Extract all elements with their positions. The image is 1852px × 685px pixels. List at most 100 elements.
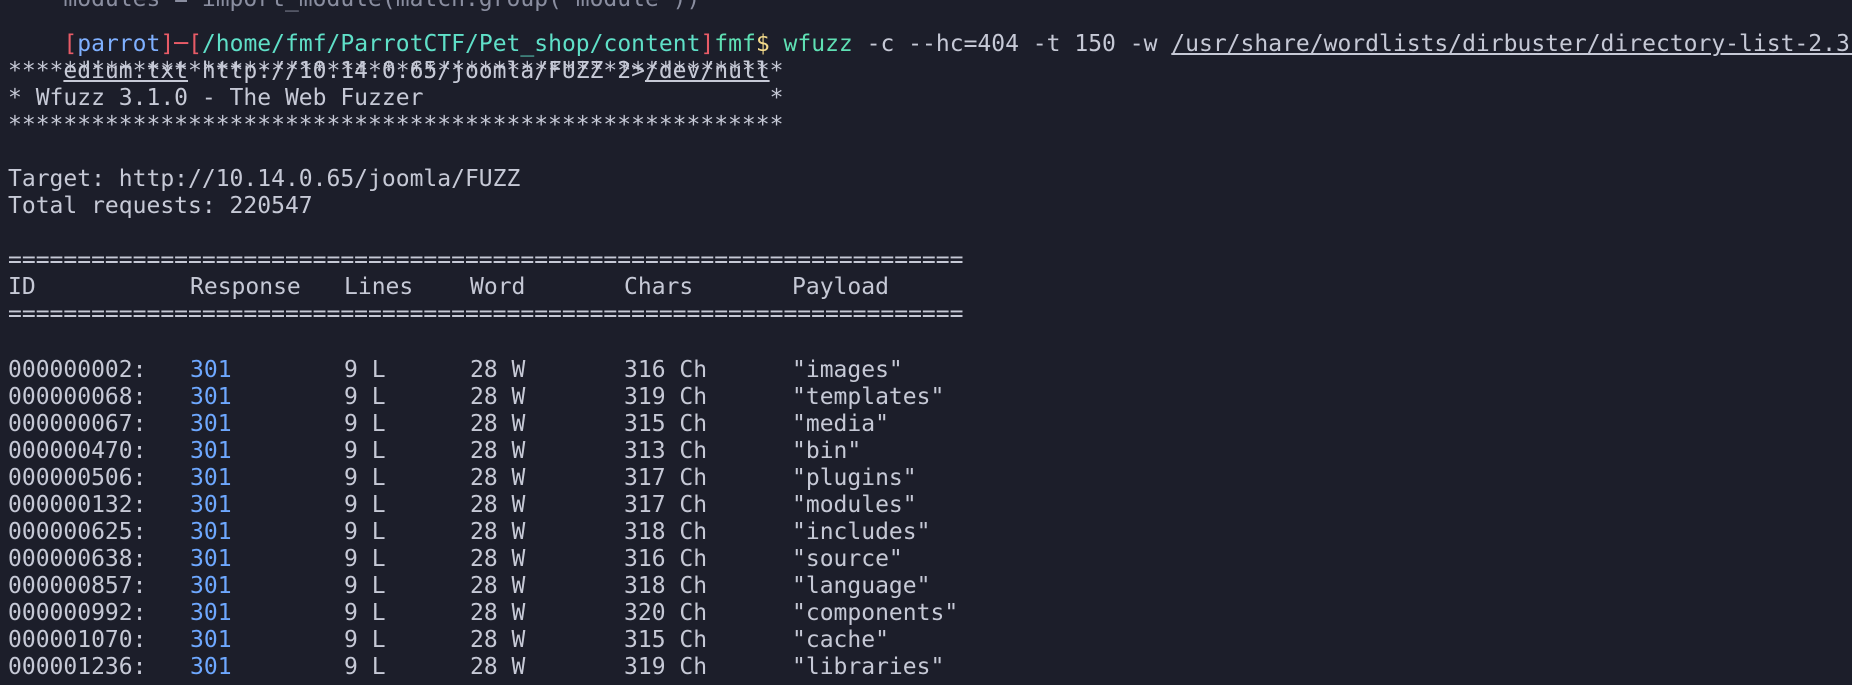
- row-lines: 9 L: [344, 600, 386, 626]
- header-chars: Chars: [624, 274, 694, 300]
- row-response: 301: [190, 357, 232, 383]
- row-payload: "images": [792, 357, 903, 383]
- row-payload: "libraries": [792, 654, 945, 680]
- row-payload: "language": [792, 573, 931, 599]
- row-payload: "components": [792, 600, 959, 626]
- row-chars: 315 Ch: [624, 411, 708, 437]
- row-word: 28 W: [470, 465, 526, 491]
- target-line: Target: http://10.14.0.65/joomla/FUZZ: [8, 166, 521, 192]
- row-chars: 315 Ch: [624, 627, 708, 653]
- header-response: Response: [190, 274, 301, 300]
- row-id: 000000132:: [8, 492, 147, 518]
- row-lines: 9 L: [344, 546, 386, 572]
- header-separator-top: ========================================…: [8, 247, 964, 273]
- row-payload: "cache": [792, 627, 889, 653]
- header-separator-bottom: ========================================…: [8, 301, 964, 327]
- row-word: 28 W: [470, 411, 526, 437]
- row-lines: 9 L: [344, 438, 386, 464]
- row-payload: "media": [792, 411, 889, 437]
- row-id: 000000638:: [8, 546, 147, 572]
- row-word: 28 W: [470, 654, 526, 680]
- row-response: 301: [190, 411, 232, 437]
- row-lines: 9 L: [344, 465, 386, 491]
- row-id: 000000625:: [8, 519, 147, 545]
- row-id: 000000857:: [8, 573, 147, 599]
- row-chars: 320 Ch: [624, 600, 708, 626]
- header-id: ID: [8, 274, 36, 300]
- command-line-wrap: edium.txt http://10.14.0.65/joomla/FUZZ …: [8, 31, 769, 84]
- row-payload: "plugins": [792, 465, 917, 491]
- command-line: [parrot]─[/home/fmf/ParrotCTF/Pet_shop/c…: [8, 4, 1852, 57]
- result-row[interactable]: 000000638: 301 9 L 28 W 316 Ch "source": [8, 546, 1008, 573]
- row-response: 301: [190, 600, 232, 626]
- result-row[interactable]: 000000992: 301 9 L 28 W 320 Ch "componen…: [8, 600, 1008, 627]
- row-word: 28 W: [470, 492, 526, 518]
- result-row[interactable]: 000000470: 301 9 L 28 W 313 Ch "bin": [8, 438, 1008, 465]
- row-response: 301: [190, 573, 232, 599]
- row-word: 28 W: [470, 357, 526, 383]
- result-row[interactable]: 000000625: 301 9 L 28 W 318 Ch "includes…: [8, 519, 1008, 546]
- row-id: 000000470:: [8, 438, 147, 464]
- row-response: 301: [190, 546, 232, 572]
- row-word: 28 W: [470, 438, 526, 464]
- row-payload: "bin": [792, 438, 862, 464]
- terminal-window[interactable]: modules = import_module(match.group('mod…: [0, 0, 1852, 685]
- row-response: 301: [190, 384, 232, 410]
- wordlist-path[interactable]: /usr/share/wordlists/dirbuster/directory…: [1171, 31, 1852, 57]
- row-lines: 9 L: [344, 654, 386, 680]
- row-word: 28 W: [470, 573, 526, 599]
- result-row[interactable]: 000001070: 301 9 L 28 W 315 Ch "cache": [8, 627, 1008, 654]
- row-payload: "modules": [792, 492, 917, 518]
- result-row[interactable]: 000000857: 301 9 L 28 W 318 Ch "language…: [8, 573, 1008, 600]
- row-id: 000000506:: [8, 465, 147, 491]
- row-chars: 319 Ch: [624, 654, 708, 680]
- row-response: 301: [190, 627, 232, 653]
- row-response: 301: [190, 465, 232, 491]
- row-id: 000000067:: [8, 411, 147, 437]
- row-payload: "templates": [792, 384, 945, 410]
- row-word: 28 W: [470, 600, 526, 626]
- results-header: ID Response Lines Word Chars Payload: [8, 274, 1008, 301]
- result-row[interactable]: 000000506: 301 9 L 28 W 317 Ch "plugins": [8, 465, 1008, 492]
- row-chars: 319 Ch: [624, 384, 708, 410]
- row-word: 28 W: [470, 384, 526, 410]
- banner-title: * Wfuzz 3.1.0 - The Web Fuzzer *: [8, 85, 784, 111]
- row-lines: 9 L: [344, 384, 386, 410]
- row-id: 000000068:: [8, 384, 147, 410]
- header-payload: Payload: [792, 274, 889, 300]
- row-lines: 9 L: [344, 573, 386, 599]
- row-lines: 9 L: [344, 411, 386, 437]
- result-row[interactable]: 000000132: 301 9 L 28 W 317 Ch "modules": [8, 492, 1008, 519]
- row-payload: "source": [792, 546, 903, 572]
- result-row[interactable]: 000000067: 301 9 L 28 W 315 Ch "media": [8, 411, 1008, 438]
- command-name: wfuzz: [783, 31, 853, 57]
- row-word: 28 W: [470, 627, 526, 653]
- row-chars: 318 Ch: [624, 519, 708, 545]
- row-id: 000001236:: [8, 654, 147, 680]
- row-chars: 316 Ch: [624, 546, 708, 572]
- result-row[interactable]: 000000002: 301 9 L 28 W 316 Ch "images": [8, 357, 1008, 384]
- result-row[interactable]: 000001236: 301 9 L 28 W 319 Ch "librarie…: [8, 654, 1008, 681]
- row-chars: 317 Ch: [624, 465, 708, 491]
- row-chars: 317 Ch: [624, 492, 708, 518]
- result-row[interactable]: 000000068: 301 9 L 28 W 319 Ch "template…: [8, 384, 1008, 411]
- row-id: 000001070:: [8, 627, 147, 653]
- banner-bottom-border: ****************************************…: [8, 112, 784, 138]
- row-chars: 318 Ch: [624, 573, 708, 599]
- row-id: 000000002:: [8, 357, 147, 383]
- row-chars: 316 Ch: [624, 357, 708, 383]
- header-lines: Lines: [344, 274, 414, 300]
- command-args: -c --hc=404 -t 150 -w: [852, 31, 1172, 57]
- row-response: 301: [190, 438, 232, 464]
- banner-top-border: ****************************************…: [8, 58, 784, 84]
- row-lines: 9 L: [344, 627, 386, 653]
- row-word: 28 W: [470, 519, 526, 545]
- row-response: 301: [190, 654, 232, 680]
- row-lines: 9 L: [344, 357, 386, 383]
- row-word: 28 W: [470, 546, 526, 572]
- row-response: 301: [190, 492, 232, 518]
- header-word: Word: [470, 274, 526, 300]
- row-lines: 9 L: [344, 492, 386, 518]
- row-lines: 9 L: [344, 519, 386, 545]
- row-response: 301: [190, 519, 232, 545]
